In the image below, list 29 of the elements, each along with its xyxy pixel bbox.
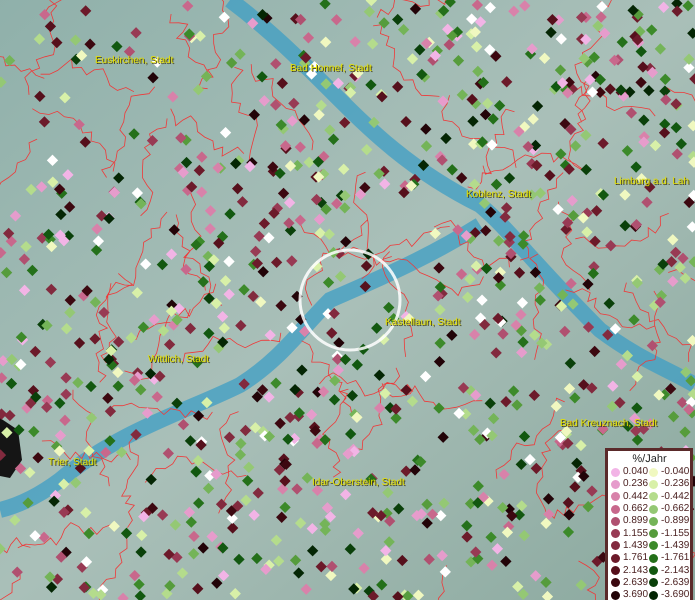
legend-value: -3.690 (661, 589, 690, 600)
legend-value: -0.662 (661, 503, 690, 516)
legend-value: -1.439 (661, 540, 690, 552)
legend-value: 0.662 (623, 503, 648, 516)
city-label: Idar-Oberstein, Stadt (312, 477, 405, 488)
legend-value: -1.155 (661, 528, 690, 540)
legend-value: 2.143 (623, 564, 648, 577)
legend-value: -1.761 (661, 552, 690, 564)
city-label: Koblenz, Stadt (466, 189, 532, 200)
legend-value: 0.899 (623, 515, 648, 528)
city-label: Bad Honnef, Stadt (290, 63, 372, 74)
legend-value: -2.639 (661, 576, 690, 589)
legend-value: 0.442 (623, 490, 648, 503)
legend-value: 0.236 (623, 478, 648, 490)
legend-value: -2.143 (661, 564, 690, 577)
legend-value: 1.761 (623, 552, 648, 564)
legend-value: 0.040 (623, 466, 648, 478)
legend-value: -0.442 (661, 490, 690, 503)
legend-title: %/Jahr (631, 453, 668, 466)
legend-value: 2.639 (623, 576, 648, 589)
city-label: Limburg a.d. Lah (614, 176, 690, 187)
legend-value: -0.236 (661, 478, 690, 490)
city-label: Trier, Stadt (48, 457, 97, 468)
city-label: Kastellaun, Stadt (385, 317, 461, 328)
legend-value: -0.040 (661, 466, 690, 478)
legend-value: 3.690 (623, 589, 648, 600)
legend-value: -0.899 (661, 515, 690, 528)
legend-value: 1.439 (623, 540, 648, 552)
legend-value: 1.155 (623, 528, 648, 540)
